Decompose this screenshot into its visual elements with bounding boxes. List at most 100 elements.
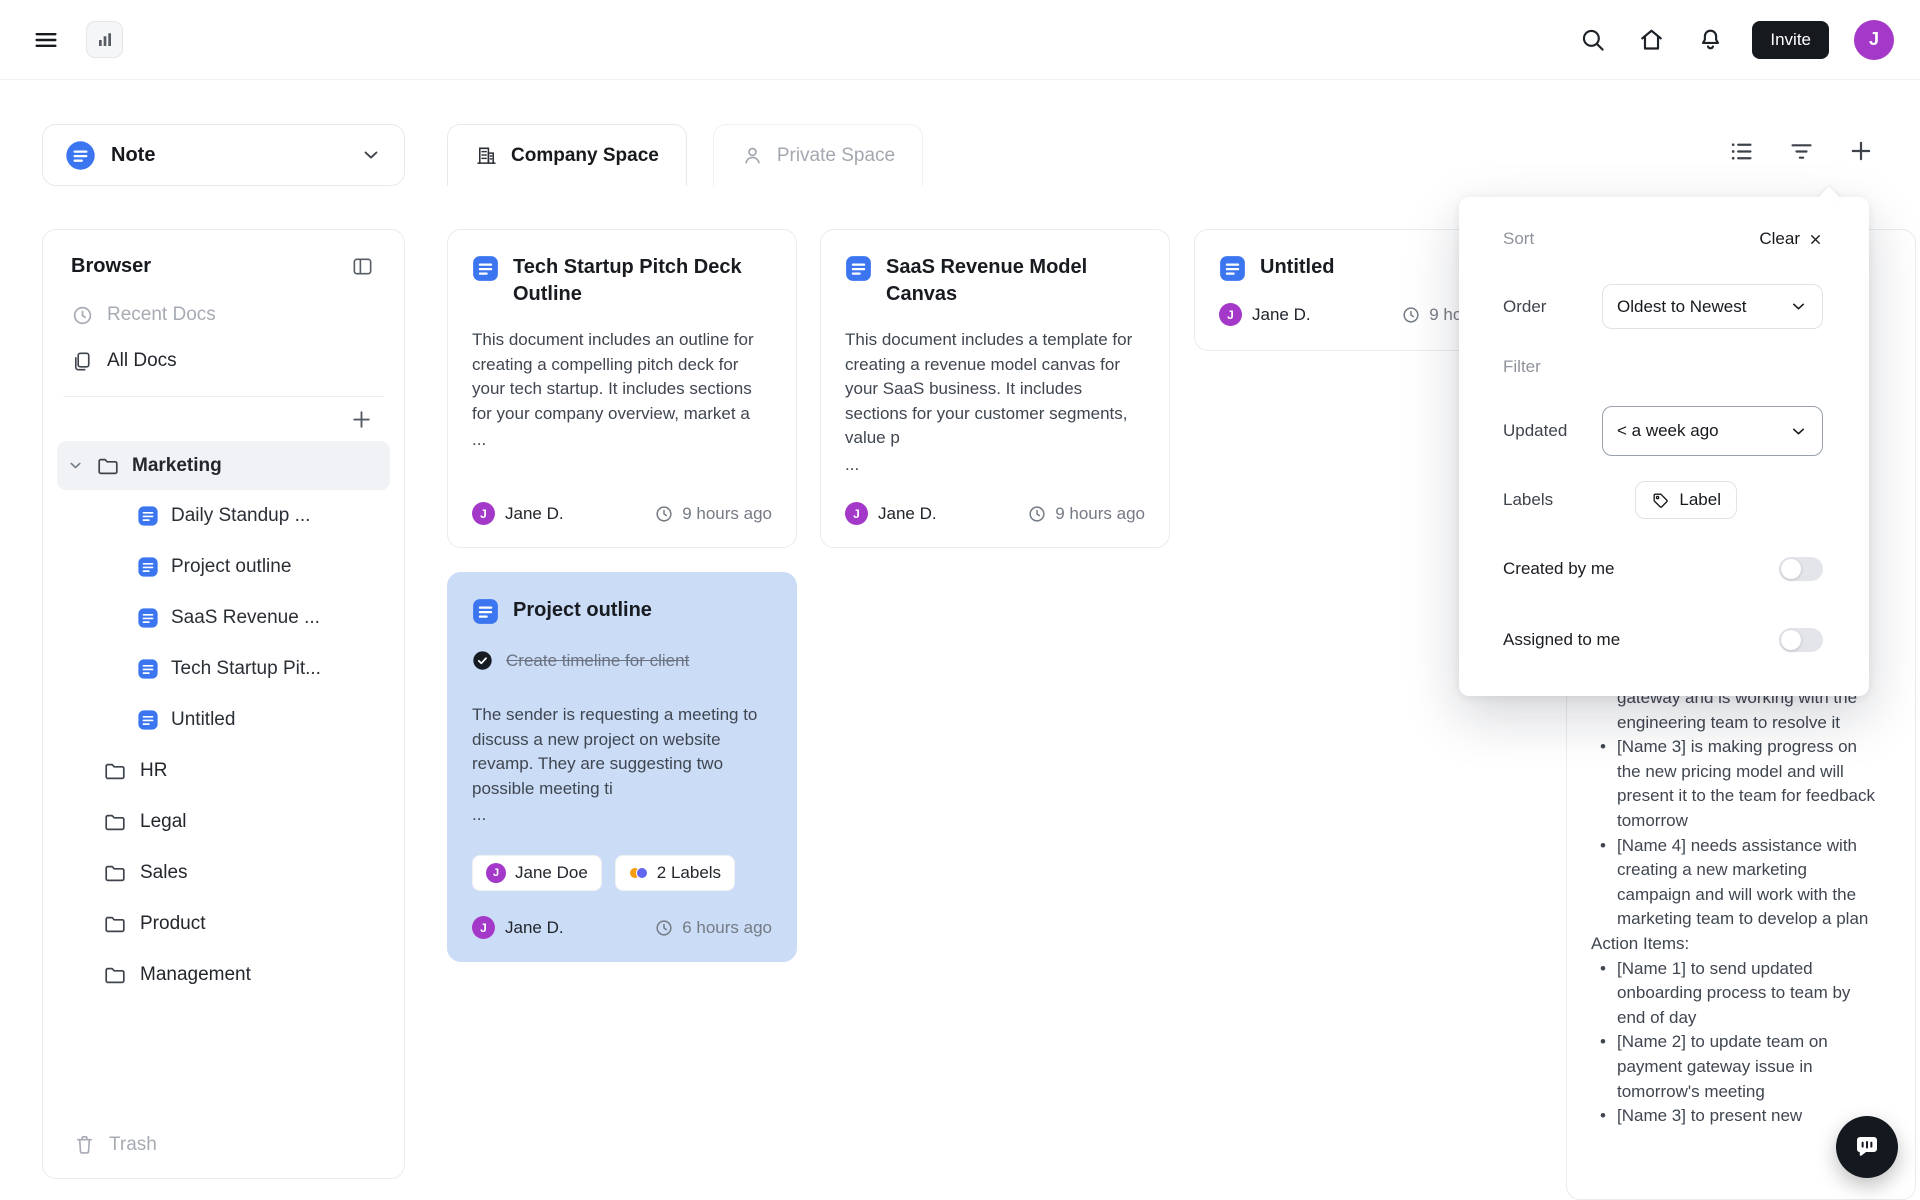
created-by-me-toggle[interactable]	[1779, 557, 1823, 581]
recent-docs-label: Recent Docs	[107, 304, 216, 326]
menu-button[interactable]	[26, 20, 66, 60]
trash-icon	[73, 1133, 96, 1156]
clock-icon	[1401, 305, 1421, 325]
doc-preview-text: gateway and is working with the engineer…	[1591, 686, 1881, 1129]
card-timestamp: 6 hours ago	[682, 918, 772, 938]
filter-button[interactable]	[1786, 136, 1816, 166]
user-avatar[interactable]: J	[1854, 20, 1894, 60]
sidebar-title: Browser	[71, 255, 151, 278]
clear-filters-button[interactable]: Clear	[1759, 229, 1823, 249]
sidebar-doc-daily-standup[interactable]: Daily Standup ...	[57, 490, 390, 541]
top-bar: Invite J	[0, 0, 1920, 80]
invite-button[interactable]: Invite	[1752, 21, 1829, 59]
doc-label: Tech Startup Pit...	[171, 658, 321, 680]
sidebar-doc-tech-startup[interactable]: Tech Startup Pit...	[57, 643, 390, 694]
plus-icon	[349, 407, 374, 432]
card-meta: 6 hours ago	[654, 918, 772, 938]
todo-text: Create timeline for client	[506, 651, 689, 671]
tab-private-space[interactable]: Private Space	[713, 124, 923, 186]
author-avatar: J	[472, 916, 495, 939]
doc-label: SaaS Revenue ...	[171, 607, 320, 629]
sidebar-doc-saas-revenue[interactable]: SaaS Revenue ...	[57, 592, 390, 643]
order-select[interactable]: Oldest to Newest	[1602, 284, 1823, 329]
list-view-button[interactable]	[1726, 136, 1756, 166]
tab-private-space-label: Private Space	[777, 145, 895, 167]
checked-circle-icon[interactable]	[472, 650, 493, 671]
doc-card-saas-revenue-model[interactable]: SaaS Revenue Model Canvas This document …	[820, 229, 1170, 548]
sidebar-item-all-docs[interactable]: All Docs	[57, 338, 390, 384]
folder-icon	[103, 810, 127, 834]
sidebar-item-recent-docs[interactable]: Recent Docs	[57, 292, 390, 338]
order-value: Oldest to Newest	[1617, 297, 1746, 317]
add-folder-button[interactable]	[346, 404, 376, 434]
chevron-down-icon	[360, 144, 382, 166]
collapse-sidebar-button[interactable]	[348, 252, 376, 280]
chat-widget-button[interactable]	[1836, 1116, 1898, 1178]
preview-line: Action Items:	[1591, 932, 1881, 957]
sidebar-folder-product[interactable]: Product	[57, 898, 390, 949]
tag-icon	[1651, 491, 1670, 510]
hamburger-icon	[32, 26, 60, 54]
sidebar-folder-marketing[interactable]: Marketing	[57, 441, 390, 490]
chevron-down-icon	[1789, 422, 1808, 441]
order-row: Order Oldest to Newest	[1503, 284, 1823, 329]
created-by-me-row: Created by me	[1503, 557, 1823, 581]
sidebar-folder-management[interactable]: Management	[57, 949, 390, 1000]
assigned-to-me-toggle[interactable]	[1779, 628, 1823, 652]
folder-icon	[103, 912, 127, 936]
label-dots-icon	[629, 867, 648, 879]
sidebar-header: Browser	[57, 246, 390, 292]
home-button[interactable]	[1634, 23, 1668, 57]
assigned-to-me-row: Assigned to me	[1503, 628, 1823, 652]
workspace-logo[interactable]	[86, 21, 123, 58]
assignee-chip[interactable]: J Jane Doe	[472, 855, 602, 891]
author-name: Jane D.	[505, 504, 564, 524]
card-title: Untitled	[1260, 254, 1334, 281]
clear-label: Clear	[1759, 229, 1800, 249]
label-filter-button[interactable]: Label	[1635, 481, 1737, 519]
note-doc-icon	[137, 658, 159, 680]
clock-icon	[654, 918, 674, 938]
notifications-button[interactable]	[1693, 23, 1727, 57]
labels-row: Labels Label	[1503, 481, 1823, 519]
sidebar-item-trash[interactable]: Trash	[67, 1125, 163, 1164]
sidebar-folder-hr[interactable]: HR	[57, 745, 390, 796]
tab-company-space[interactable]: Company Space	[447, 124, 687, 186]
card-footer: J Jane D. 9 hours ago	[845, 502, 1145, 525]
folder-marketing-label: Marketing	[132, 455, 222, 477]
chevron-down-icon[interactable]	[67, 457, 84, 474]
search-button[interactable]	[1575, 23, 1609, 57]
add-doc-button[interactable]	[1846, 136, 1876, 166]
clock-icon	[654, 504, 674, 524]
updated-row: Updated < a week ago	[1503, 406, 1823, 456]
card-meta: 9 hours ago	[1027, 504, 1145, 524]
card-footer: J Jane D. 9 hours ago	[472, 502, 772, 525]
doc-label: Untitled	[171, 709, 235, 731]
todo-item[interactable]: Create timeline for client	[472, 650, 772, 671]
sidebar-folder-sales[interactable]: Sales	[57, 847, 390, 898]
updated-value: < a week ago	[1617, 421, 1719, 441]
card-truncation: ...	[472, 803, 772, 828]
note-doc-icon	[137, 556, 159, 578]
doc-card-project-outline-selected[interactable]: Project outline Create timeline for clie…	[447, 572, 797, 962]
docs-icon	[71, 350, 94, 373]
toggle-knob	[1781, 559, 1801, 579]
sidebar-doc-project-outline[interactable]: Project outline	[57, 541, 390, 592]
sidebar-add-row	[57, 397, 390, 441]
sidebar-doc-untitled[interactable]: Untitled	[57, 694, 390, 745]
author-avatar: J	[472, 502, 495, 525]
labels-label: Labels	[1503, 490, 1553, 510]
preview-bullet: [Name 3] is making progress on the new p…	[1591, 735, 1881, 833]
sidebar-folder-legal[interactable]: Legal	[57, 796, 390, 847]
card-title-row: Project outline	[472, 597, 772, 625]
card-title: SaaS Revenue Model Canvas	[886, 254, 1145, 308]
clock-icon	[71, 304, 94, 327]
doc-type-selector[interactable]: Note	[42, 124, 405, 186]
folder-label: Product	[140, 913, 205, 935]
labels-chip[interactable]: 2 Labels	[615, 855, 735, 891]
list-view-icon	[1728, 138, 1755, 165]
updated-select[interactable]: < a week ago	[1602, 406, 1823, 456]
note-doc-icon	[137, 505, 159, 527]
doc-card-tech-startup-pitch[interactable]: Tech Startup Pitch Deck Outline This doc…	[447, 229, 797, 548]
card-body: This document includes an outline for cr…	[472, 328, 772, 426]
